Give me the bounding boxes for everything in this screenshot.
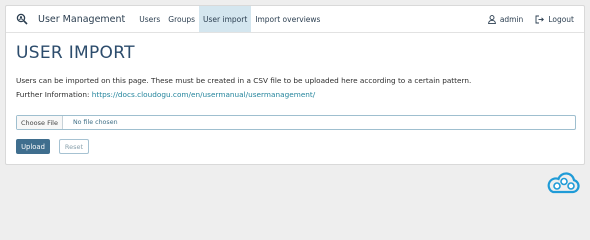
user-menu[interactable]: admin: [487, 14, 524, 24]
documentation-link[interactable]: https://docs.cloudogu.com/en/usermanual/…: [92, 90, 316, 99]
user-icon: [487, 14, 496, 24]
file-input[interactable]: Choose File No file chosen: [16, 115, 576, 130]
app-frame: User Management Users Groups User import…: [5, 5, 585, 165]
navbar: User Management Users Groups User import…: [6, 6, 584, 33]
brand[interactable]: User Management: [6, 6, 135, 32]
logout-icon: [535, 15, 545, 23]
nav-item-label: Users: [139, 14, 161, 24]
info-label: Further Information:: [16, 90, 90, 99]
upload-button[interactable]: Upload: [16, 139, 50, 154]
user-name: admin: [499, 14, 524, 24]
cloudogu-logo-icon: [545, 172, 581, 196]
nav-item-import-overviews[interactable]: Import overviews: [251, 6, 324, 32]
main-content: USER IMPORT Users can be imported on thi…: [6, 43, 584, 154]
nav-item-users[interactable]: Users: [135, 6, 164, 32]
page-title: USER IMPORT: [16, 43, 135, 63]
nav-item-user-import[interactable]: User import: [199, 6, 252, 32]
nav-item-label: Import overviews: [255, 14, 321, 24]
further-information: Further Information: https://docs.cloudo…: [16, 90, 584, 99]
app-title: User Management: [38, 13, 126, 25]
logout-label: Logout: [548, 14, 574, 24]
reset-button[interactable]: Reset: [59, 139, 89, 154]
form-actions: Upload Reset: [16, 139, 584, 154]
nav-item-label: Groups: [168, 14, 196, 24]
choose-file-button[interactable]: Choose File: [17, 116, 63, 129]
logout-button[interactable]: Logout: [535, 15, 574, 24]
page-description: Users can be imported on this page. Thes…: [16, 76, 472, 85]
search-user-icon: [16, 13, 28, 25]
nav-item-groups[interactable]: Groups: [164, 6, 199, 32]
nav-right: admin Logout: [476, 6, 574, 32]
file-status: No file chosen: [72, 119, 118, 126]
nav-item-label: User import: [203, 14, 248, 24]
